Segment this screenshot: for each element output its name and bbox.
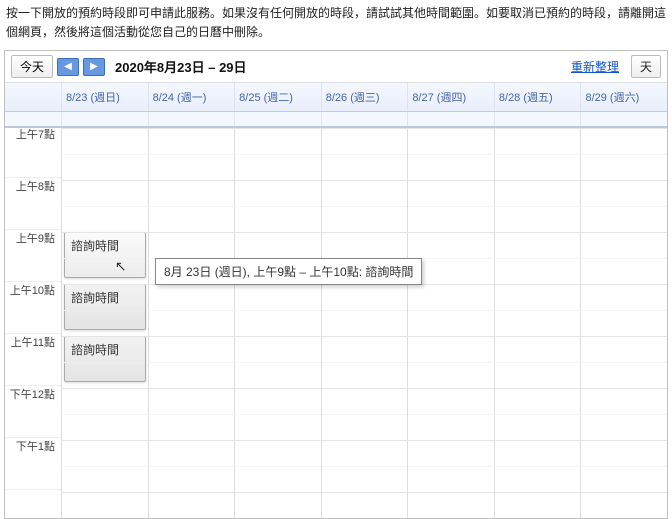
day-header[interactable]: 8/29 (週六) bbox=[580, 83, 667, 111]
day-col-sat[interactable] bbox=[580, 128, 667, 518]
time-label: 下午12點 bbox=[5, 386, 61, 438]
day-header[interactable]: 8/28 (週五) bbox=[494, 83, 581, 111]
day-header-row: 8/23 (週日) 8/24 (週一) 8/25 (週二) 8/26 (週三) … bbox=[5, 83, 667, 112]
appointment-slot[interactable]: 諮詢時間 ↖ bbox=[64, 232, 146, 278]
time-label: 上午7點 bbox=[5, 128, 61, 178]
time-label: 上午8點 bbox=[5, 178, 61, 230]
day-col-sun[interactable]: 諮詢時間 ↖ 諮詢時間 諮詢時間 bbox=[61, 128, 148, 518]
instructions-text: 按一下開放的預約時段即可申請此服務。如果沒有任何開放的時段，請試試其他時間範圍。… bbox=[0, 0, 672, 46]
event-label: 諮詢時間 bbox=[71, 343, 119, 357]
time-label: 上午11點 bbox=[5, 334, 61, 386]
time-label: 上午10點 bbox=[5, 282, 61, 334]
date-range-label: 2020年8月23日 – 29日 bbox=[115, 57, 247, 76]
next-button[interactable]: ▶ bbox=[83, 58, 105, 76]
time-axis: 上午7點 上午8點 上午9點 上午10點 上午11點 下午12點 下午1點 bbox=[5, 128, 61, 518]
time-label: 下午1點 bbox=[5, 438, 61, 490]
appointment-slot[interactable]: 諮詢時間 bbox=[64, 336, 146, 382]
day-col-thu[interactable] bbox=[407, 128, 494, 518]
event-label: 諮詢時間 bbox=[71, 291, 119, 305]
day-header[interactable]: 8/24 (週一) bbox=[148, 83, 235, 111]
view-day-tab[interactable]: 天 bbox=[631, 55, 661, 78]
day-columns: 諮詢時間 ↖ 諮詢時間 諮詢時間 8月 23日 (週日), 上午9點 – 上午1… bbox=[61, 128, 667, 518]
calendar-toolbar: 今天 ◀ ▶ 2020年8月23日 – 29日 重新整理 天 bbox=[5, 51, 667, 83]
refresh-link[interactable]: 重新整理 bbox=[571, 58, 619, 75]
allday-row bbox=[5, 112, 667, 128]
event-tooltip: 8月 23日 (週日), 上午9點 – 上午10點: 諮詢時間 bbox=[155, 258, 422, 285]
today-button[interactable]: 今天 bbox=[11, 55, 53, 78]
day-header[interactable]: 8/23 (週日) bbox=[61, 83, 148, 111]
day-header[interactable]: 8/26 (週三) bbox=[321, 83, 408, 111]
day-col-tue[interactable] bbox=[234, 128, 321, 518]
day-header[interactable]: 8/27 (週四) bbox=[407, 83, 494, 111]
calendar-grid[interactable]: 上午7點 上午8點 上午9點 上午10點 上午11點 下午12點 下午1點 諮詢… bbox=[5, 128, 667, 518]
day-col-mon[interactable] bbox=[148, 128, 235, 518]
calendar-container: 今天 ◀ ▶ 2020年8月23日 – 29日 重新整理 天 8/23 (週日)… bbox=[4, 50, 668, 519]
event-label: 諮詢時間 bbox=[71, 239, 119, 253]
appointment-slot[interactable]: 諮詢時間 bbox=[64, 284, 146, 330]
pointer-cursor-icon: ↖ bbox=[115, 258, 127, 275]
day-header[interactable]: 8/25 (週二) bbox=[234, 83, 321, 111]
day-col-wed[interactable] bbox=[321, 128, 408, 518]
time-label: 上午9點 bbox=[5, 230, 61, 282]
day-col-fri[interactable] bbox=[494, 128, 581, 518]
prev-button[interactable]: ◀ bbox=[57, 58, 79, 76]
